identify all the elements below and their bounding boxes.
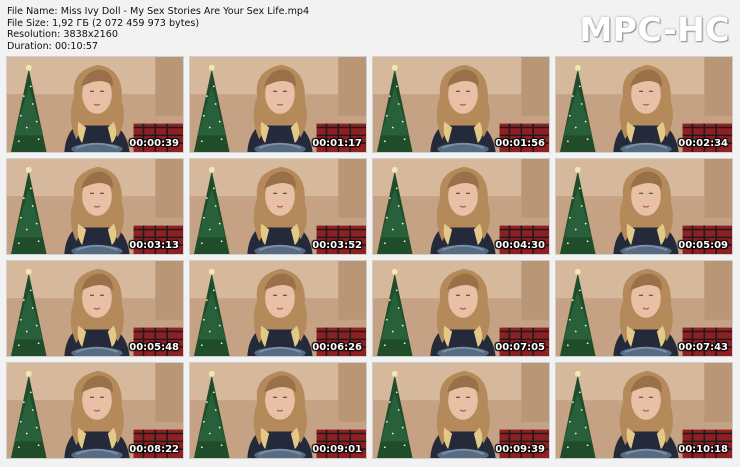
- timestamp-label: 00:01:17: [312, 138, 362, 149]
- timestamp-label: 00:06:26: [312, 342, 362, 353]
- video-thumbnail: 00:08:22: [6, 362, 184, 459]
- video-thumbnail: 00:10:18: [555, 362, 733, 459]
- timestamp-label: 00:09:39: [495, 444, 545, 455]
- video-thumbnail: 00:07:05: [372, 260, 550, 357]
- video-thumbnail: 00:04:30: [372, 158, 550, 255]
- video-thumbnail: 00:09:39: [372, 362, 550, 459]
- video-thumbnail: 00:05:09: [555, 158, 733, 255]
- timestamp-label: 00:03:13: [129, 240, 179, 251]
- video-thumbnail: 00:09:01: [189, 362, 367, 459]
- video-thumbnail: 00:00:39: [6, 56, 184, 153]
- timestamp-label: 00:04:30: [495, 240, 545, 251]
- duration-line: Duration: 00:10:57: [7, 40, 99, 52]
- timestamp-label: 00:05:09: [678, 240, 728, 251]
- thumbnail-grid: 00:00:39 00:01:17 00:01:56 00:02:34 00:0…: [6, 56, 733, 459]
- video-thumbnail: 00:05:48: [6, 260, 184, 357]
- video-thumbnail: 00:03:52: [189, 158, 367, 255]
- video-thumbnail: 00:02:34: [555, 56, 733, 153]
- timestamp-label: 00:09:01: [312, 444, 362, 455]
- timestamp-label: 00:07:05: [495, 342, 545, 353]
- mpc-hc-logo: MPC-HC: [579, 10, 730, 49]
- timestamp-label: 00:02:34: [678, 138, 728, 149]
- file-info: File Name: Miss Ivy Doll - My Sex Storie…: [7, 6, 309, 52]
- timestamp-label: 00:01:56: [495, 138, 545, 149]
- timestamp-label: 00:05:48: [129, 342, 179, 353]
- video-thumbnail: 00:07:43: [555, 260, 733, 357]
- video-thumbnail: 00:01:17: [189, 56, 367, 153]
- timestamp-label: 00:10:18: [678, 444, 728, 455]
- video-thumbnail: 00:01:56: [372, 56, 550, 153]
- timestamp-label: 00:08:22: [129, 444, 179, 455]
- timestamp-label: 00:00:39: [129, 138, 179, 149]
- resolution-line: Resolution: 3838x2160: [7, 29, 118, 41]
- file-size-line: File Size: 1,92 ГБ (2 072 459 973 bytes): [7, 17, 200, 29]
- timestamp-label: 00:03:52: [312, 240, 362, 251]
- video-thumbnail: 00:03:13: [6, 158, 184, 255]
- video-thumbnail: 00:06:26: [189, 260, 367, 357]
- timestamp-label: 00:07:43: [678, 342, 728, 353]
- file-name-line: File Name: Miss Ivy Doll - My Sex Storie…: [7, 6, 310, 17]
